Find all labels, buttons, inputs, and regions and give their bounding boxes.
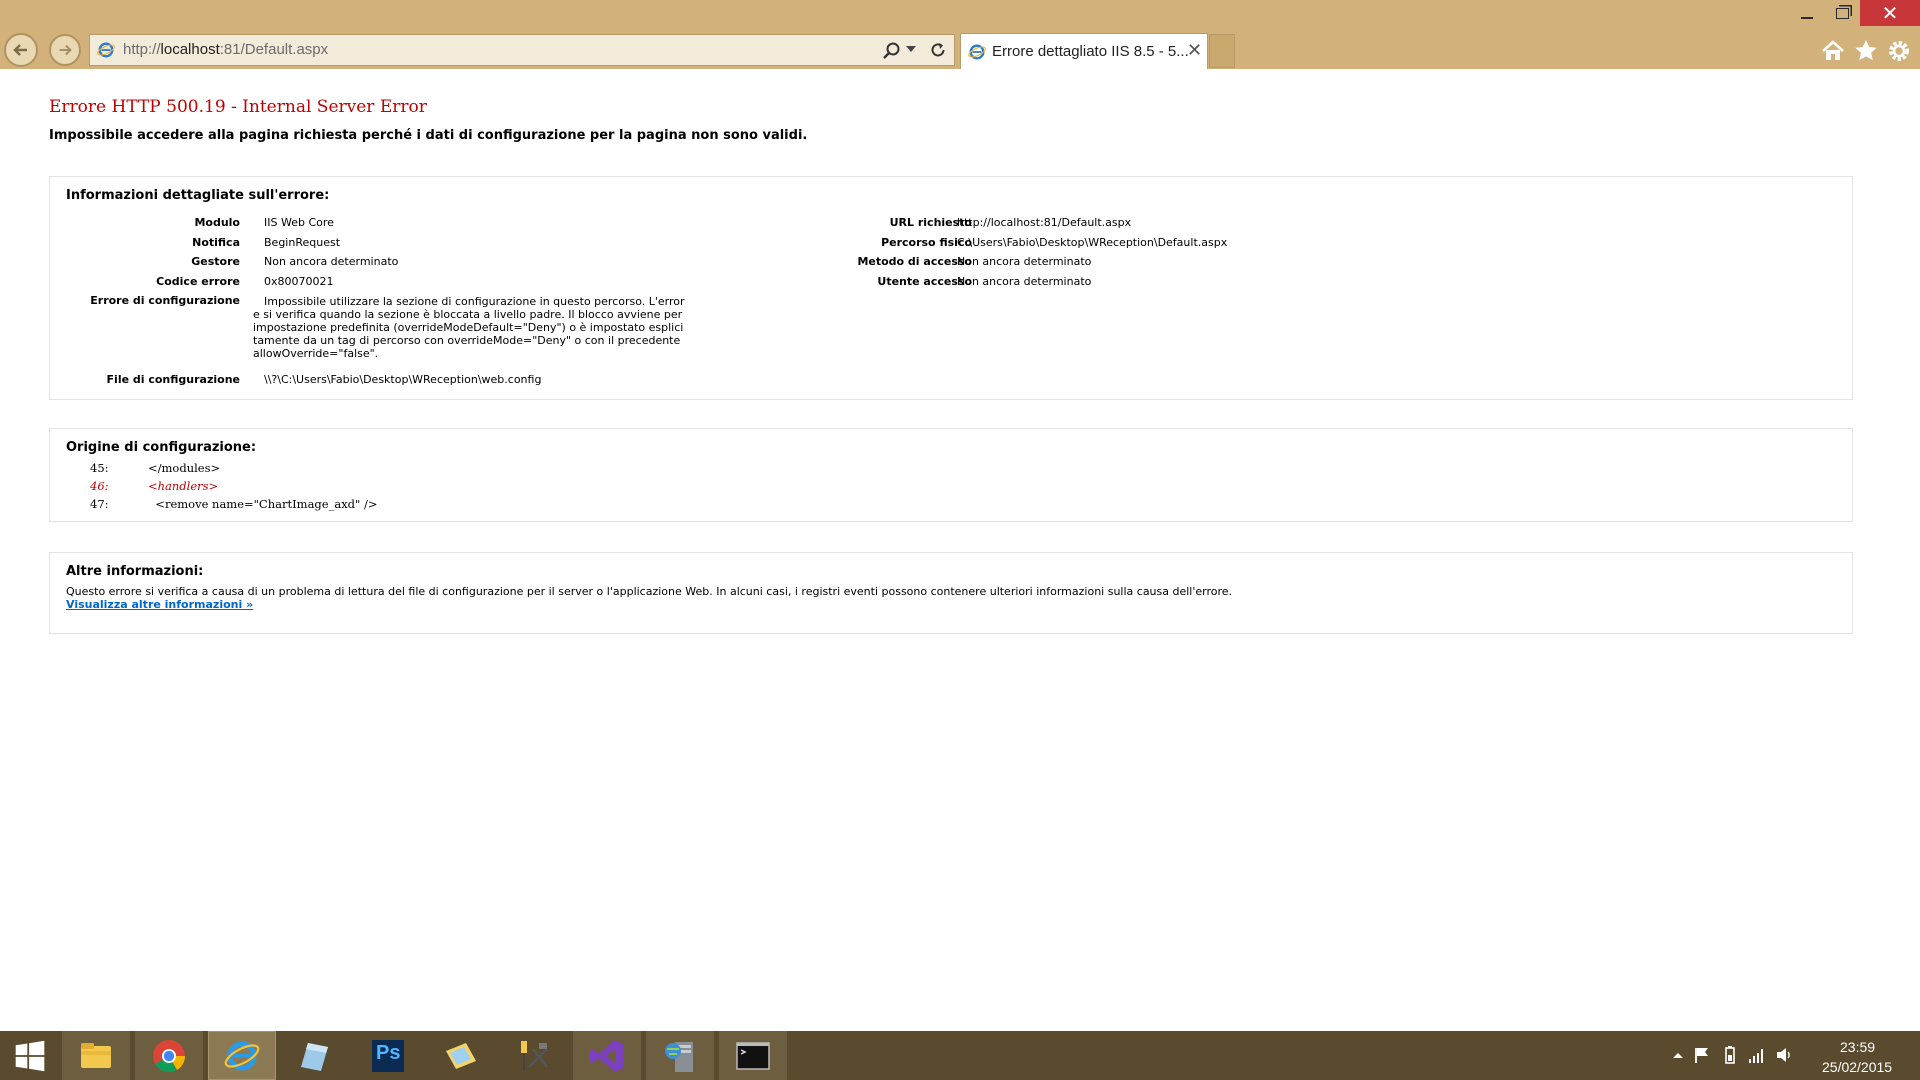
battery-icon[interactable] — [1720, 1045, 1740, 1065]
taskbar-photoshop[interactable]: Ps — [354, 1031, 422, 1080]
config-file-value: \\?\C:\Users\Fabio\Desktop\WReception\we… — [264, 373, 542, 386]
error-details-panel: Informazioni dettagliate sull'errore: Mo… — [49, 176, 1853, 400]
error-code-label: Codice errore — [156, 275, 240, 288]
code-line: 45: </modules> — [90, 461, 220, 475]
error-code-value: 0x80070021 — [264, 275, 334, 288]
browser-chrome: ✕ http://localhost:81/Default.aspx Error… — [0, 0, 1920, 69]
code-text: <remove name="ChartImage_axd" /> — [148, 497, 378, 511]
clock-date[interactable]: 25/02/2015 — [1822, 1059, 1892, 1075]
url-text[interactable]: http://localhost:81/Default.aspx — [123, 41, 328, 58]
origin-heading: Origine di configurazione: — [66, 440, 257, 455]
photoshop-label: Ps — [376, 1042, 401, 1064]
code-text: <handlers> — [148, 479, 219, 493]
address-bar[interactable]: http://localhost:81/Default.aspx — [89, 34, 955, 66]
internet-explorer-icon — [97, 42, 115, 58]
clock-time[interactable]: 23:59 — [1840, 1039, 1875, 1055]
logon-method-label: Metodo di accesso — [857, 255, 972, 268]
url-path: :81/Default.aspx — [219, 41, 329, 58]
visual-studio-icon — [590, 1039, 623, 1072]
notification-label: Notifica — [192, 236, 240, 249]
physical-path-value: C:\Users\Fabio\Desktop\WReception\Defaul… — [957, 236, 1228, 249]
file-explorer-icon — [81, 1042, 111, 1068]
logon-method-value: Non ancora determinato — [957, 255, 1092, 268]
start-button[interactable] — [0, 1031, 60, 1080]
arrow-right-icon — [59, 44, 72, 56]
more-info-text: Questo errore si verifica a causa di un … — [66, 585, 1233, 598]
taskbar-command-prompt[interactable] — [719, 1031, 787, 1080]
more-info-panel: Altre informazioni: Questo errore si ver… — [49, 552, 1853, 634]
star-icon[interactable] — [1852, 37, 1880, 65]
volume-icon[interactable] — [1774, 1045, 1794, 1065]
back-button[interactable] — [4, 33, 38, 67]
tab-active[interactable]: Errore dettagliato IIS 8.5 - 5... ✕ — [960, 33, 1208, 69]
search-icon[interactable] — [882, 41, 902, 61]
physical-path-label: Percorso fisico — [881, 236, 972, 249]
handler-label: Gestore — [191, 255, 240, 268]
taskbar-notes[interactable] — [281, 1031, 349, 1080]
notification-value: BeginRequest — [264, 236, 341, 249]
taskbar-internet-explorer[interactable] — [208, 1031, 276, 1080]
config-error-label: Errore di configurazione — [90, 294, 240, 307]
line-number: 47: — [90, 497, 109, 511]
taskbar-server-manager[interactable] — [646, 1031, 714, 1080]
page-content: Errore HTTP 500.19 - Internal Server Err… — [0, 69, 1920, 1031]
requested-url-value: http://localhost:81/Default.aspx — [957, 216, 1132, 229]
handler-value: Non ancora determinato — [264, 255, 399, 268]
new-tab-button[interactable] — [1209, 34, 1235, 68]
taskbar: Ps 23:59 25/02/2015 — [0, 1031, 1920, 1080]
code-line: 47: <remove name="ChartImage_axd" /> — [90, 497, 378, 511]
signal-icon[interactable] — [1746, 1045, 1766, 1065]
maximize-button[interactable] — [1824, 0, 1860, 26]
tab-title: Errore dettagliato IIS 8.5 - 5... — [992, 43, 1189, 60]
line-number: 45: — [90, 461, 109, 475]
page-subtitle: Impossibile accedere alla pagina richies… — [49, 128, 808, 143]
page-title: Errore HTTP 500.19 - Internal Server Err… — [49, 97, 427, 117]
logon-user-value: Non ancora determinato — [957, 275, 1092, 288]
more-info-link[interactable]: Visualizza altre informazioni » — [66, 598, 253, 611]
taskbar-sticky-folder[interactable] — [427, 1031, 495, 1080]
config-file-label: File di configurazione — [106, 373, 240, 386]
close-tab-icon[interactable]: ✕ — [1187, 40, 1202, 61]
line-number: 46: — [90, 479, 109, 493]
logon-user-label: Utente accesso — [877, 275, 972, 288]
module-value: IIS Web Core — [264, 216, 334, 229]
config-origin-panel: Origine di configurazione: 45: </modules>… — [49, 428, 1853, 522]
windows-logo-icon — [15, 1040, 45, 1071]
internet-explorer-icon — [224, 1041, 260, 1070]
sticky-folder-icon — [446, 1042, 476, 1069]
code-text: </modules> — [148, 461, 221, 475]
module-label: Modulo — [194, 216, 240, 229]
server-manager-icon — [665, 1041, 693, 1072]
flag-icon[interactable] — [1692, 1045, 1712, 1065]
more-info-heading: Altre informazioni: — [66, 564, 204, 579]
internet-explorer-icon — [968, 44, 986, 60]
taskbar-explorer[interactable] — [62, 1031, 130, 1080]
forward-button[interactable] — [49, 34, 81, 66]
arrow-left-icon — [13, 44, 27, 56]
tools-icon — [521, 1040, 549, 1071]
close-window-button[interactable]: ✕ — [1860, 0, 1920, 26]
notes-icon — [301, 1042, 328, 1071]
url-prefix: http:// — [123, 41, 161, 58]
requested-url-label: URL richiesto — [889, 216, 972, 229]
refresh-icon[interactable] — [928, 40, 948, 60]
taskbar-chrome[interactable] — [135, 1031, 203, 1080]
details-heading: Informazioni dettagliate sull'errore: — [66, 188, 330, 203]
config-error-value: Impossibile utilizzare la sezione di con… — [253, 295, 685, 360]
code-line-highlighted: 46: <handlers> — [90, 479, 218, 493]
command-prompt-icon — [736, 1041, 770, 1070]
chrome-icon — [153, 1039, 186, 1072]
chevron-up-icon[interactable] — [1668, 1045, 1688, 1065]
home-icon[interactable] — [1819, 37, 1847, 65]
taskbar-tools[interactable] — [500, 1031, 568, 1080]
gear-icon[interactable] — [1885, 37, 1913, 65]
taskbar-visual-studio[interactable] — [573, 1031, 641, 1080]
url-host: localhost — [160, 41, 220, 58]
minimize-button[interactable] — [1790, 0, 1824, 26]
chevron-down-icon[interactable] — [906, 46, 916, 52]
